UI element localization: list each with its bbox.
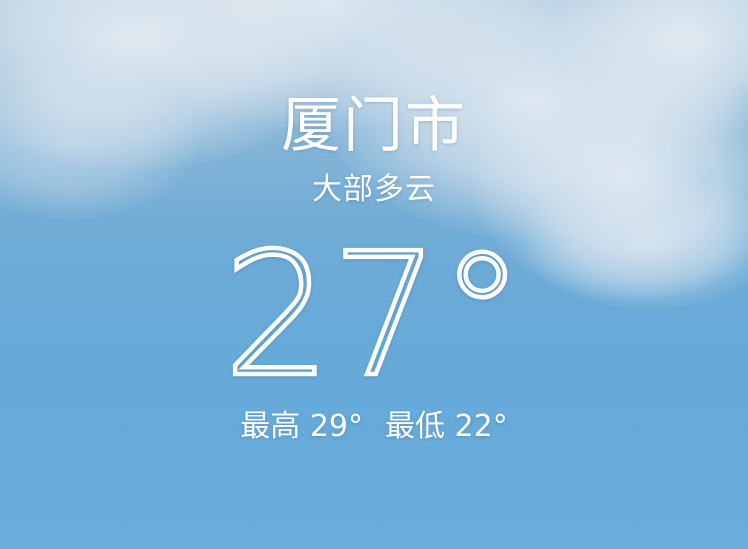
temperature-value: 27°: [224, 222, 524, 392]
city-name: 厦门市: [281, 91, 467, 161]
high-temperature: 最高 29°: [240, 409, 363, 444]
current-weather-panel: 厦门市 大部多云 27° 最高 29° 最低 22°: [0, 0, 748, 549]
temperature-svg: 27°: [224, 222, 524, 392]
temperature-range: 最高 29° 最低 22°: [0, 406, 748, 448]
current-temperature: 27°: [0, 222, 748, 392]
low-temperature: 最低 22°: [385, 409, 508, 444]
weather-condition: 大部多云: [312, 172, 436, 207]
